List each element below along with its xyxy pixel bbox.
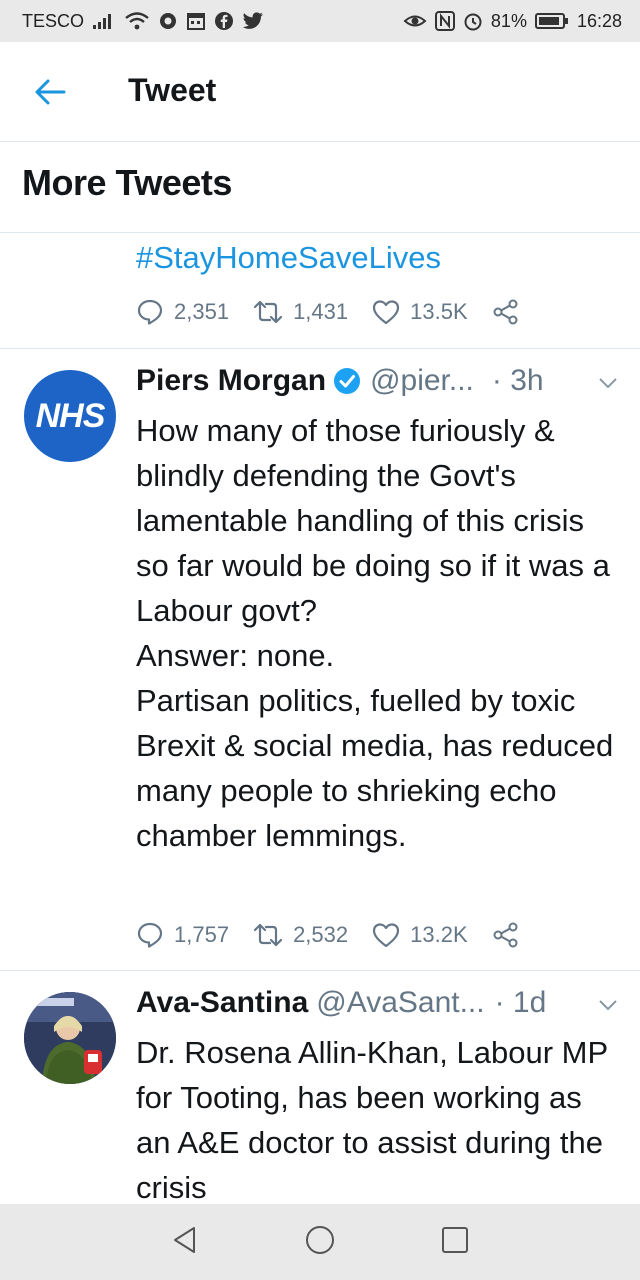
battery-percent: 81% [490,10,527,31]
reply-count: 2,351 [174,299,230,324]
square-recents-icon [440,1225,470,1260]
share-button[interactable] [492,298,520,326]
share-icon [492,921,520,949]
clock: 16:28 [576,10,622,31]
system-nav-bar [0,1204,640,1280]
back-button[interactable] [30,74,70,114]
signal-icon [92,12,116,30]
heart-icon [372,299,400,325]
triangle-back-icon [170,1225,200,1260]
tweet-menu-button[interactable] [598,376,618,395]
share-button[interactable] [492,921,520,949]
facebook-icon [214,11,234,31]
chevron-down-icon [598,999,618,1016]
tweet-text: How many of those furiously & blindly de… [136,413,614,853]
tweet-header: Piers Morgan @pier... · 3h [136,364,616,398]
profile-photo-icon [24,992,116,1084]
divider [0,970,640,971]
avatar[interactable] [24,992,116,1084]
tweet-text: Dr. Rosena Allin-Khan, Labour MP for Too… [136,1035,608,1204]
author-name[interactable]: Ava-Santina [136,986,308,1020]
alarm-icon [463,11,483,31]
page-title: Tweet [128,72,217,108]
tweet-menu-button[interactable] [598,998,618,1017]
arrow-left-icon [34,78,66,111]
reply-button[interactable]: 1,757 [136,921,229,949]
eye-icon [403,12,427,30]
author-handle[interactable]: @AvaSant... [316,986,484,1020]
twitter-icon [242,12,264,30]
reply-icon [136,298,164,326]
share-icon [492,298,520,326]
retweet-count: 2,532 [293,922,349,947]
chevron-down-icon [598,377,618,394]
nav-back-button[interactable] [165,1222,205,1262]
nhs-logo-text: NHS [35,396,106,435]
reply-count: 1,757 [174,922,230,947]
calendar-icon [186,11,206,31]
like-count: 13.5K [410,299,468,324]
author-name[interactable]: Piers Morgan [136,364,326,398]
nav-recents-button[interactable] [435,1222,475,1262]
wifi-icon [124,11,150,31]
section-title: More Tweets [22,162,232,203]
nav-home-button[interactable] [300,1222,340,1262]
retweet-icon [253,299,283,325]
author-handle[interactable]: @pier... [370,364,474,398]
divider [0,348,640,349]
reply-button[interactable]: 2,351 [136,298,229,326]
tweet-actions: 1,757 2,532 13.2K [136,921,544,949]
battery-icon [534,12,569,30]
tweet-time: · 3h [491,364,544,397]
retweet-button[interactable]: 1,431 [253,299,348,325]
avatar[interactable]: NHS [24,370,116,462]
carrier-name: TESCO [22,10,85,31]
nfc-icon [434,11,455,31]
verified-badge-icon [332,366,362,396]
app-header: Tweet [0,42,640,142]
retweet-icon [253,922,283,948]
retweet-button[interactable]: 2,532 [253,922,348,948]
retweet-count: 1,431 [293,299,349,324]
status-bar: TESCO 81% 16:28 [0,0,640,42]
tweet-header: Ava-Santina @AvaSant... · 1d [136,986,576,1020]
tweet-actions: 2,351 1,431 13.5K [136,298,544,326]
like-button[interactable]: 13.2K [372,922,468,948]
circle-home-icon [304,1224,336,1261]
like-button[interactable]: 13.5K [372,299,468,325]
divider [0,232,640,233]
tweet-time: · 1d [494,986,547,1019]
hashtag-link[interactable]: #StayHomeSaveLives [136,240,441,276]
heart-icon [372,922,400,948]
reply-icon [136,921,164,949]
vpn-icon [158,11,178,31]
like-count: 13.2K [410,922,468,947]
